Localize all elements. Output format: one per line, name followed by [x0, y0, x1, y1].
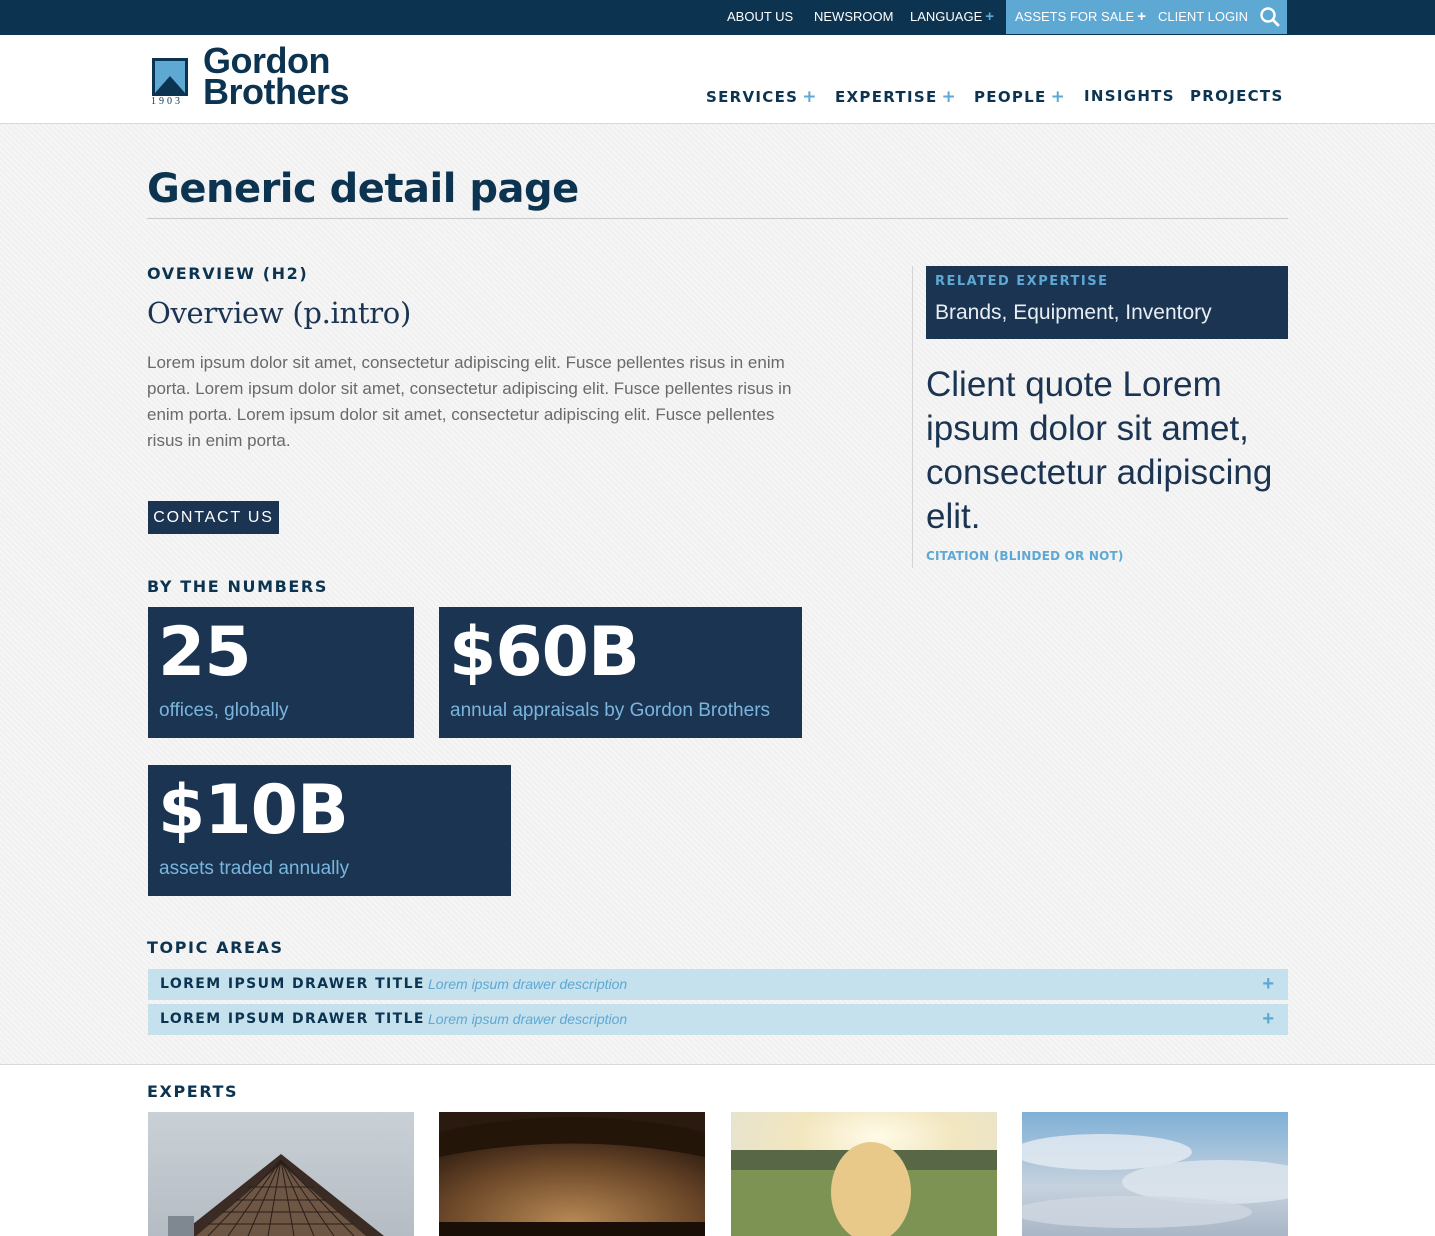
plus-icon[interactable]: +	[1262, 1004, 1274, 1035]
plus-icon: +	[985, 8, 995, 25]
numbers-heading: BY THE NUMBERS	[147, 577, 328, 596]
nav-item-label: PROJECTS	[1190, 87, 1284, 105]
stat-value: $10B	[158, 771, 349, 850]
plus-icon: +	[941, 87, 958, 107]
search-icon	[1260, 7, 1280, 27]
body-text: Lorem ipsum dolor sit amet, consectetur …	[147, 353, 792, 450]
sky-photo	[1022, 1112, 1288, 1236]
nav-item-label: PEOPLE	[974, 88, 1047, 106]
nav-item-label: SERVICES	[706, 88, 799, 106]
intro-text: Overview (p.intro)	[147, 296, 411, 330]
nav-item-label: EXPERTISE	[835, 88, 938, 106]
drawer-title: LOREM IPSUM DRAWER TITLE	[160, 976, 425, 992]
language-menu[interactable]: LANGUAGE +	[910, 0, 994, 34]
expert-photo[interactable]	[731, 1112, 997, 1236]
about-us-link[interactable]: ABOUT US	[727, 0, 793, 34]
expert-photo[interactable]	[439, 1112, 705, 1236]
stat-label: offices, globally	[159, 700, 289, 721]
plus-icon: +	[1050, 87, 1067, 107]
quote-citation: CITATION (BLINDED OR NOT)	[926, 549, 1124, 563]
related-expertise-panel: RELATED EXPERTISE Brands, Equipment, Inv…	[926, 266, 1288, 339]
related-expertise-value[interactable]: Brands, Equipment, Inventory	[935, 301, 1212, 325]
newsroom-link[interactable]: NEWSROOM	[814, 0, 893, 34]
plus-icon: +	[802, 87, 818, 107]
plus-icon[interactable]: +	[1262, 969, 1274, 1000]
stat-value: $60B	[449, 613, 640, 692]
nav-item-services[interactable]: SERVICES +	[706, 87, 818, 107]
search-button[interactable]	[1253, 0, 1287, 34]
client-quote: Client quote Lorem ipsum dolor sit amet,…	[926, 365, 1273, 536]
language-label: LANGUAGE	[910, 9, 983, 24]
expert-photo[interactable]	[1022, 1112, 1288, 1236]
title-divider	[147, 218, 1288, 219]
overview-heading: OVERVIEW (H2)	[147, 264, 309, 283]
nav-item-label: INSIGHTS	[1084, 87, 1175, 105]
nav-item-people[interactable]: PEOPLE +	[974, 87, 1066, 107]
client-login-label: CLIENT LOGIN	[1158, 9, 1249, 24]
page-title: Generic detail page	[147, 166, 579, 212]
topic-drawer[interactable]: LOREM IPSUM DRAWER TITLE Lorem ipsum dra…	[148, 969, 1288, 1000]
experts-heading: EXPERTS	[147, 1082, 239, 1101]
main-nav: SERVICES + EXPERTISE + PEOPLE + INSIGHTS PR…	[0, 87, 1435, 109]
plus-icon: +	[1137, 8, 1146, 25]
building-photo	[148, 1112, 414, 1236]
drawer-description: Lorem ipsum drawer description	[428, 976, 628, 992]
topic-drawer[interactable]: LOREM IPSUM DRAWER TITLE Lorem ipsum dra…	[148, 1004, 1288, 1035]
topics-heading: TOPIC AREAS	[147, 938, 284, 957]
stat-card: 25 offices, globally	[148, 607, 414, 738]
contact-us-button[interactable]: CONTACT US	[148, 501, 279, 534]
site-header: 1903 Gordon Brothers SERVICES + EXPERTISE…	[0, 35, 1435, 124]
expert-photo[interactable]	[148, 1112, 414, 1236]
stat-label: annual appraisals by Gordon Brothers	[450, 700, 771, 721]
stat-label: assets traded annually	[159, 858, 350, 879]
nav-item-projects[interactable]: PROJECTS	[1190, 87, 1284, 105]
assets-label: ASSETS FOR SALE	[1015, 9, 1135, 24]
utility-bar: ABOUT US NEWSROOM LANGUAGE + ASSETS FOR S…	[0, 0, 1435, 35]
stat-card: $10B assets traded annually	[148, 765, 511, 896]
stat-value: 25	[158, 613, 252, 692]
client-login-button[interactable]: CLIENT LOGIN	[1149, 0, 1258, 34]
field-photo	[731, 1112, 997, 1236]
nav-item-expertise[interactable]: EXPERTISE +	[835, 87, 957, 107]
drawer-description: Lorem ipsum drawer description	[428, 1011, 628, 1027]
drawer-title: LOREM IPSUM DRAWER TITLE	[160, 1011, 425, 1027]
assets-for-sale-button[interactable]: ASSETS FOR SALE +	[1006, 0, 1155, 34]
venue-photo	[439, 1112, 705, 1236]
nav-item-insights[interactable]: INSIGHTS	[1084, 87, 1175, 105]
stat-card: $60B annual appraisals by Gordon Brother…	[439, 607, 802, 738]
sidebar-divider	[912, 266, 913, 568]
related-expertise-label: RELATED EXPERTISE	[935, 274, 1109, 289]
